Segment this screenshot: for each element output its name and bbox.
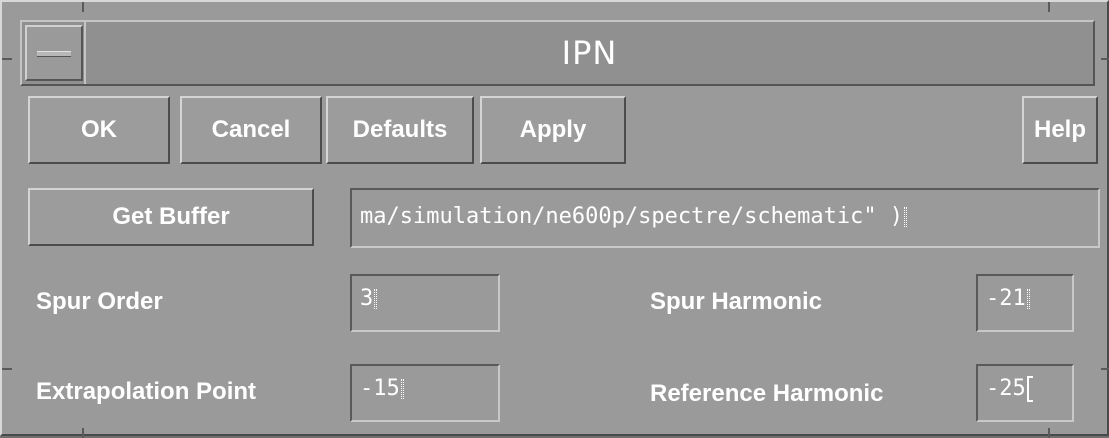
resize-handle-left-top[interactable] xyxy=(2,58,12,60)
help-button[interactable]: Help xyxy=(1022,96,1098,164)
text-cursor-icon xyxy=(374,289,378,309)
text-cursor-icon xyxy=(1026,289,1030,309)
text-cursor-icon xyxy=(904,207,908,227)
text-cursor-icon xyxy=(400,379,404,399)
cancel-button[interactable]: Cancel xyxy=(180,96,322,164)
spur-harmonic-field[interactable]: -21 xyxy=(976,274,1074,332)
window-menu-button[interactable] xyxy=(25,25,83,81)
ipn-dialog-window: IPN OK Cancel Defaults Apply Help Get Bu… xyxy=(0,0,1109,438)
title-bar[interactable]: IPN xyxy=(20,20,1095,86)
reference-harmonic-label: Reference Harmonic xyxy=(650,380,884,407)
buffer-path-field[interactable]: ma/simulation/ne600p/spectre/schematic" … xyxy=(350,188,1100,248)
extrapolation-point-field[interactable]: -15 xyxy=(350,364,500,422)
active-text-cursor-icon xyxy=(1026,376,1033,402)
resize-handle-bottom-right[interactable] xyxy=(1048,428,1050,438)
get-buffer-button[interactable]: Get Buffer xyxy=(28,188,314,246)
window-title: IPN xyxy=(84,22,1093,84)
spur-order-label: Spur Order xyxy=(36,288,163,315)
resize-handle-right-bottom[interactable] xyxy=(1101,368,1109,370)
ok-button[interactable]: OK xyxy=(28,96,170,164)
buffer-path-value: ma/simulation/ne600p/spectre/schematic" … xyxy=(360,204,904,229)
resize-handle-top-left[interactable] xyxy=(82,2,84,12)
spur-harmonic-label: Spur Harmonic xyxy=(650,288,823,315)
reference-harmonic-field[interactable]: -25 xyxy=(976,364,1074,422)
resize-handle-right-top[interactable] xyxy=(1101,58,1109,60)
extrapolation-point-label: Extrapolation Point xyxy=(36,378,257,405)
spur-harmonic-value: -21 xyxy=(986,286,1026,311)
reference-harmonic-value: -25 xyxy=(986,376,1026,401)
window-menu-icon xyxy=(37,51,71,57)
resize-handle-left-bottom[interactable] xyxy=(2,368,12,370)
spur-order-field[interactable]: 3 xyxy=(350,274,500,332)
resize-handle-top-right[interactable] xyxy=(1048,2,1050,12)
extrapolation-point-value: -15 xyxy=(360,376,400,401)
spur-order-value: 3 xyxy=(360,286,374,311)
resize-handle-bottom-left[interactable] xyxy=(82,428,84,438)
defaults-button[interactable]: Defaults xyxy=(326,96,474,164)
apply-button[interactable]: Apply xyxy=(480,96,626,164)
